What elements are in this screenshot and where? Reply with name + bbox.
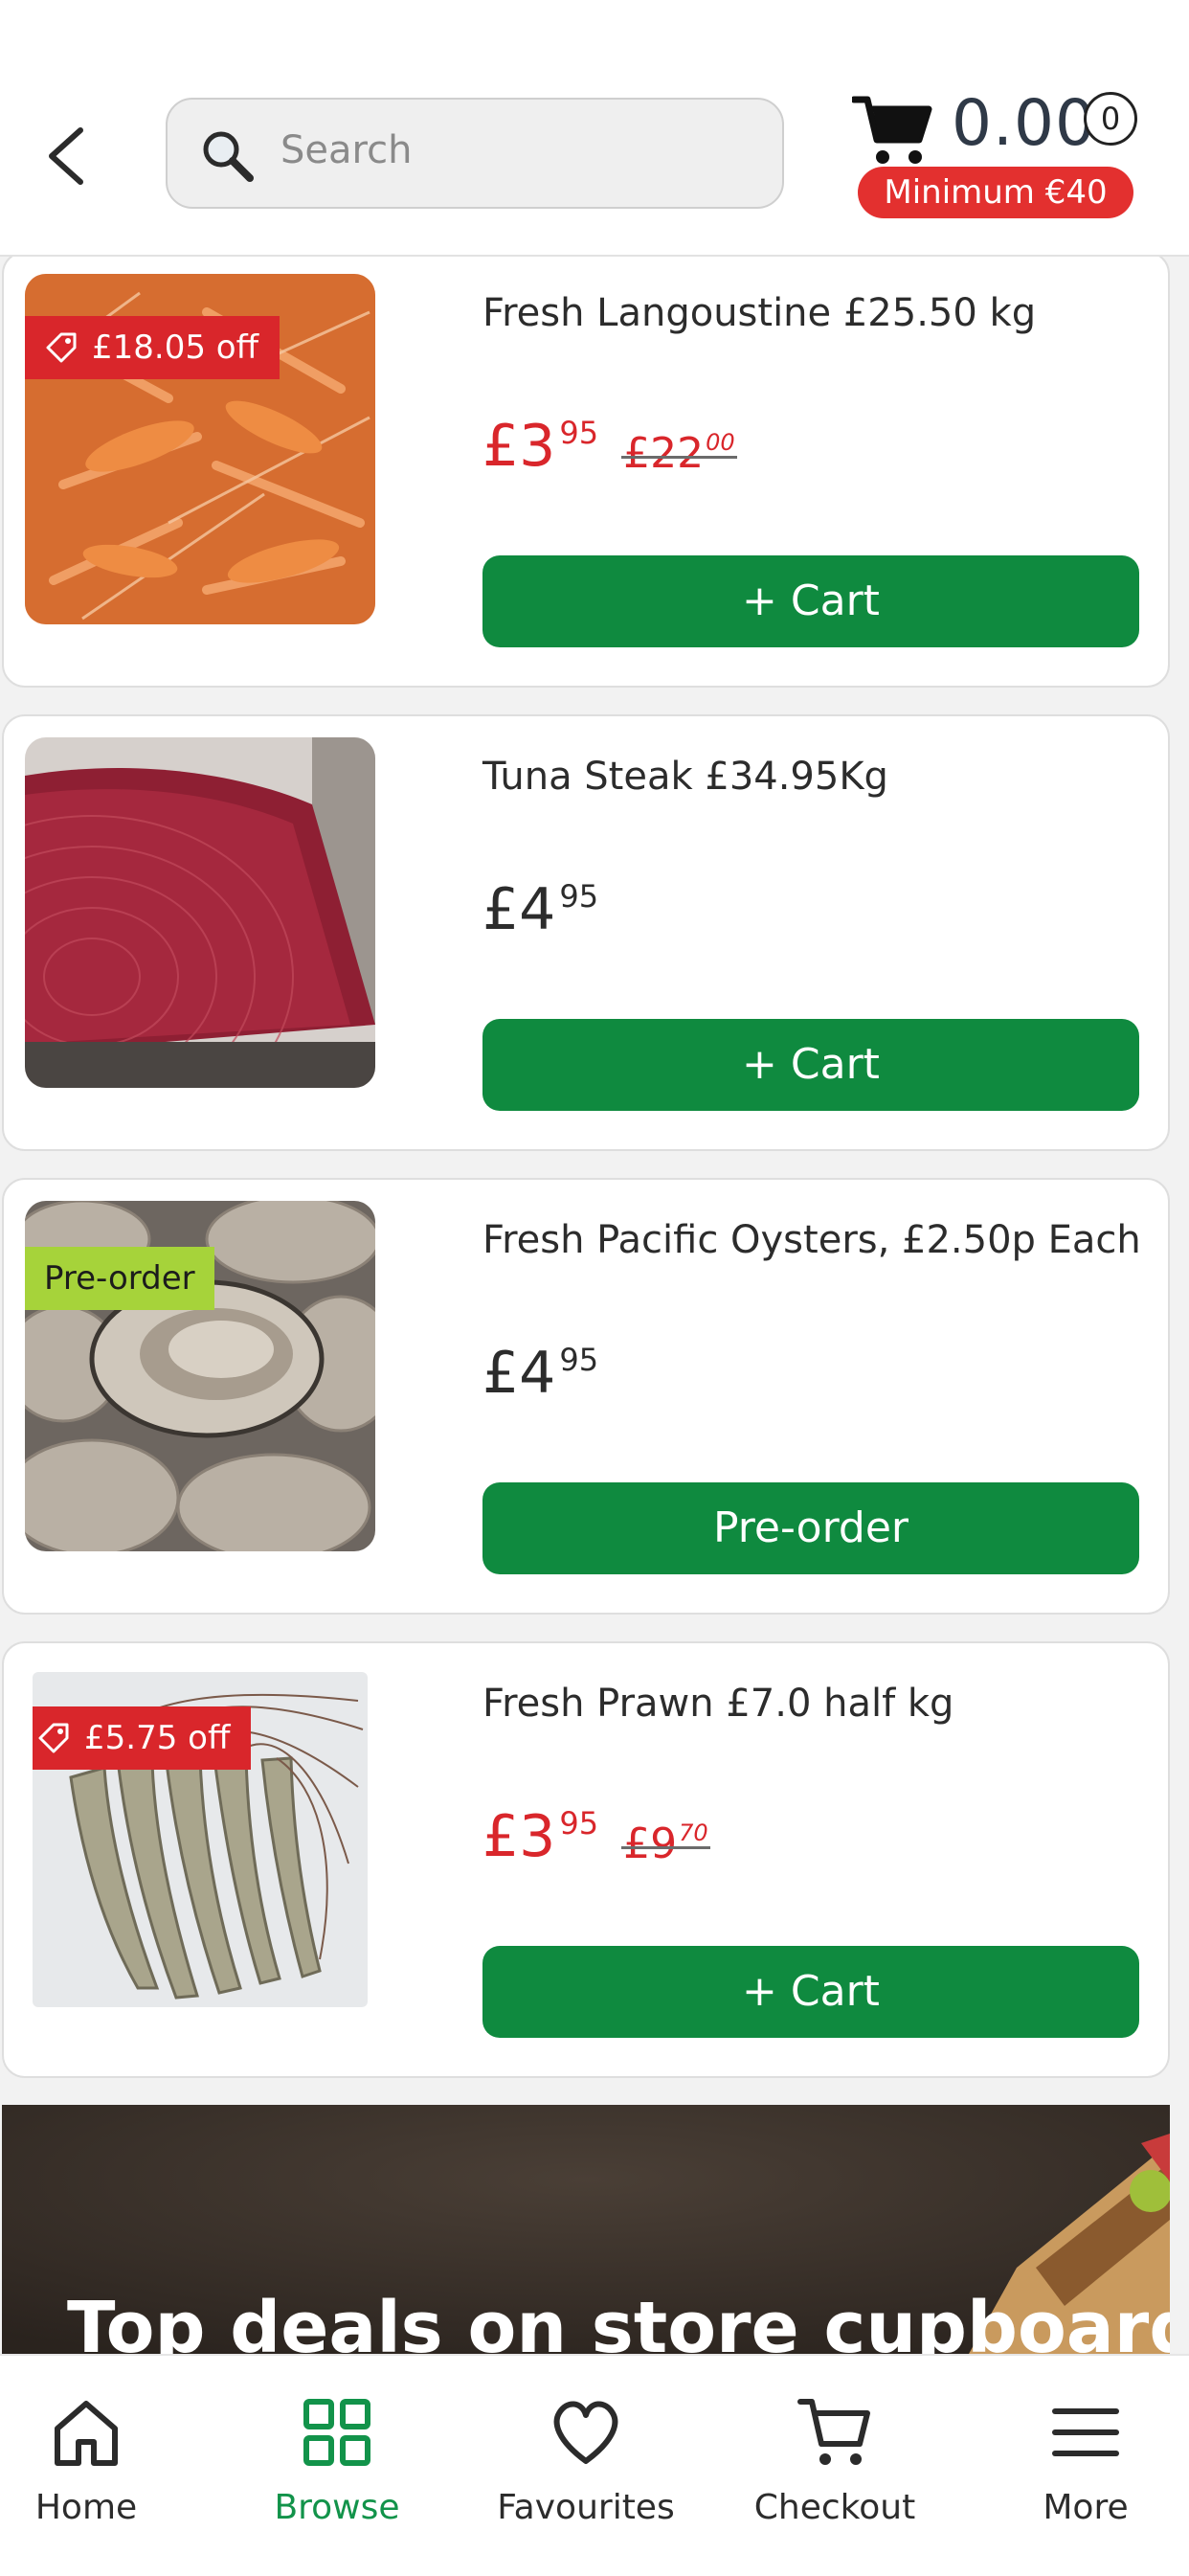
add-to-cart-button[interactable]: + Cart	[482, 555, 1139, 647]
price-cents: 95	[559, 415, 599, 451]
original-price-cents: 70	[679, 1819, 708, 1846]
original-price: £22 00	[621, 429, 737, 478]
original-price-cents: 00	[706, 429, 735, 456]
price-cents: 95	[559, 1342, 599, 1378]
product-title[interactable]: Tuna Steak £34.95Kg	[482, 755, 1143, 799]
cart-summary[interactable]: 0.00 0 Minimum €40	[852, 86, 1158, 220]
original-price: £9 70	[621, 1819, 710, 1868]
promo-banner[interactable]: Top deals on store cupboard	[2, 2105, 1170, 2354]
product-image-prawns[interactable]: £5.75 off	[33, 1672, 368, 2007]
product-card[interactable]: Pre-order Fresh Pacific Oysters, £2.50p …	[2, 1178, 1170, 1615]
product-image-oysters[interactable]: Pre-order	[25, 1201, 375, 1551]
tag-icon	[38, 1723, 69, 1753]
original-price-main: £22	[623, 429, 705, 478]
preorder-badge: Pre-order	[25, 1247, 214, 1310]
product-image-tuna[interactable]	[25, 737, 375, 1088]
preorder-button[interactable]: Pre-order	[482, 1482, 1139, 1574]
tag-icon	[46, 332, 77, 363]
price-main: £4	[482, 1340, 556, 1407]
product-image-langoustines[interactable]: £18.05 off	[25, 274, 375, 624]
discount-badge: £5.75 off	[33, 1706, 252, 1770]
price-main: £3	[482, 1803, 556, 1870]
bottom-navigation: Home Browse Favourites Checkout More	[0, 2354, 1189, 2576]
discount-badge-label: £5.75 off	[84, 1719, 231, 1757]
price-cents: 95	[559, 878, 599, 915]
home-icon	[55, 2401, 118, 2466]
product-card[interactable]: £5.75 off Fresh Prawn £7.0 half kg £3 95…	[2, 1641, 1170, 2078]
cart-total: 0.00	[952, 86, 1096, 160]
banner-title: Top deals on store cupboard	[67, 2287, 1170, 2354]
product-price: £4 95	[482, 879, 598, 940]
search-input[interactable]: Search	[166, 98, 784, 209]
product-title[interactable]: Fresh Prawn £7.0 half kg	[482, 1682, 1143, 1726]
product-price: £4 95	[482, 1343, 598, 1404]
price-main: £3	[482, 413, 556, 480]
nav-checkout-label: Checkout	[753, 2488, 916, 2527]
discount-badge: £18.05 off	[25, 316, 280, 379]
product-title[interactable]: Fresh Langoustine £25.50 kg	[482, 291, 1143, 335]
nav-browse[interactable]: Browse	[218, 2356, 456, 2576]
search-placeholder: Search	[280, 128, 413, 172]
cart-count-badge: 0	[1084, 92, 1137, 146]
add-to-cart-button[interactable]: + Cart	[482, 1019, 1139, 1111]
product-title[interactable]: Fresh Pacific Oysters, £2.50p Each	[482, 1218, 1143, 1262]
product-price: £3 95 £22 00	[482, 413, 737, 480]
nav-checkout[interactable]: Checkout	[716, 2356, 953, 2576]
search-icon	[203, 131, 254, 182]
nav-favourites-label: Favourites	[497, 2488, 675, 2527]
price-main: £4	[482, 876, 556, 943]
price-cents: 95	[559, 1805, 599, 1842]
product-price: £3 95 £9 70	[482, 1803, 710, 1870]
chevron-left-icon	[49, 127, 83, 185]
add-to-cart-button[interactable]: + Cart	[482, 1946, 1139, 2038]
nav-home[interactable]: Home	[0, 2356, 205, 2576]
nav-favourites[interactable]: Favourites	[467, 2356, 705, 2576]
discount-badge-label: £18.05 off	[92, 328, 259, 367]
product-card[interactable]: £18.05 off Fresh Langoustine £25.50 kg £…	[2, 251, 1170, 688]
nav-browse-label: Browse	[274, 2488, 400, 2527]
menu-icon	[1052, 2408, 1119, 2456]
product-card[interactable]: Tuna Steak £34.95Kg £4 95 + Cart	[2, 714, 1170, 1151]
nav-more[interactable]: More	[967, 2356, 1189, 2576]
heart-icon	[553, 2401, 618, 2464]
cart-icon	[797, 2399, 870, 2465]
nav-more-label: More	[1043, 2488, 1129, 2527]
tuna-steak-image	[25, 737, 375, 1088]
original-price-main: £9	[623, 1819, 678, 1868]
grid-icon	[303, 2399, 370, 2466]
back-button[interactable]	[38, 123, 96, 190]
minimum-order-badge: Minimum €40	[858, 167, 1133, 218]
top-bar: Search 0.00 0 Minimum €40	[0, 0, 1189, 257]
nav-home-label: Home	[34, 2488, 138, 2527]
cart-icon	[852, 96, 932, 164]
